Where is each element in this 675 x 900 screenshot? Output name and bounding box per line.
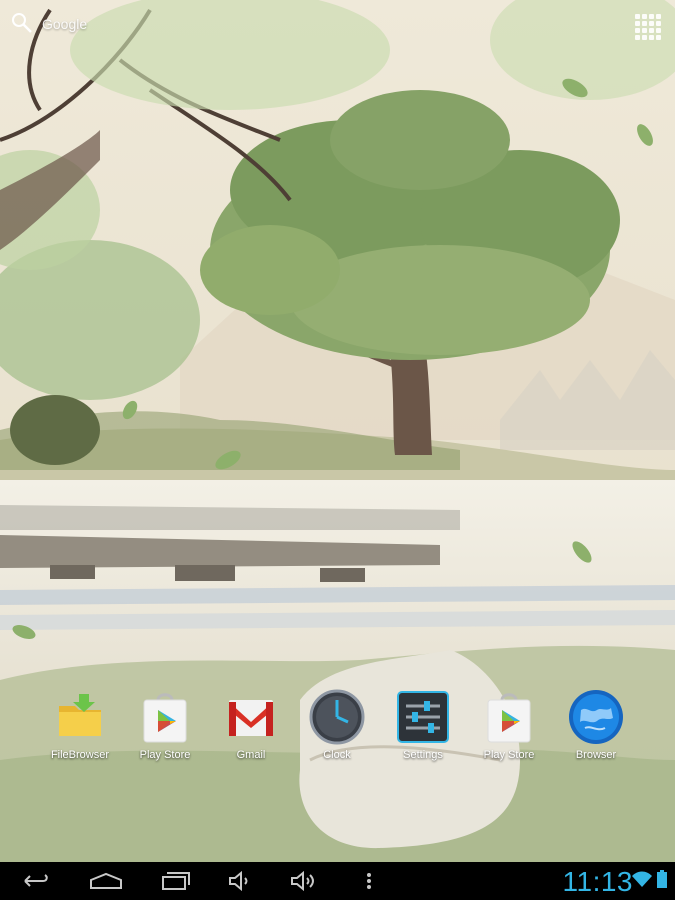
recent-apps-button[interactable]	[160, 869, 192, 893]
app-label: Gmail	[236, 749, 266, 761]
search-icon	[10, 11, 34, 38]
clock-icon	[308, 688, 366, 746]
folder-icon	[51, 688, 109, 746]
wifi-icon	[632, 871, 652, 887]
app-settings[interactable]: Settings	[382, 688, 464, 761]
app-label: Play Store	[139, 749, 191, 761]
search-label: Google	[42, 16, 88, 32]
home-button[interactable]	[88, 869, 124, 893]
play-store-icon	[136, 688, 194, 746]
menu-button[interactable]	[362, 869, 376, 893]
volume-up-button[interactable]	[288, 869, 320, 893]
status-time[interactable]: 11:13	[563, 866, 634, 898]
app-dock: FileBrowser Play Store Gmail Clock Setti…	[0, 688, 675, 778]
app-label: Settings	[403, 749, 443, 761]
home-icon	[90, 872, 122, 889]
battery-icon	[657, 870, 667, 888]
app-filebrowser[interactable]: FileBrowser	[39, 688, 121, 761]
app-label: Clock	[323, 749, 351, 761]
globe-icon	[567, 688, 625, 746]
back-button[interactable]	[20, 869, 52, 893]
app-label: Play Store	[483, 749, 535, 761]
status-icons[interactable]	[631, 870, 667, 888]
app-play-store[interactable]: Play Store	[124, 688, 206, 761]
app-label: FileBrowser	[50, 749, 110, 761]
system-navigation-bar: 11:13	[0, 862, 675, 900]
all-apps-grid-icon[interactable]	[635, 14, 661, 40]
volume-up-icon	[291, 871, 314, 891]
overflow-menu-icon	[367, 873, 371, 889]
gmail-icon	[222, 688, 280, 746]
play-store-icon	[480, 688, 538, 746]
app-browser[interactable]: Browser	[555, 688, 637, 761]
settings-icon	[394, 688, 452, 746]
recent-apps-icon	[162, 872, 190, 890]
app-play-store-2[interactable]: Play Store	[468, 688, 550, 761]
back-icon	[24, 874, 48, 887]
volume-down-button[interactable]	[226, 869, 256, 893]
app-label: Browser	[575, 749, 617, 761]
google-search-bar[interactable]: Google	[10, 10, 87, 38]
app-gmail[interactable]: Gmail	[210, 688, 292, 761]
volume-down-icon	[229, 871, 248, 891]
app-clock[interactable]: Clock	[296, 688, 378, 761]
